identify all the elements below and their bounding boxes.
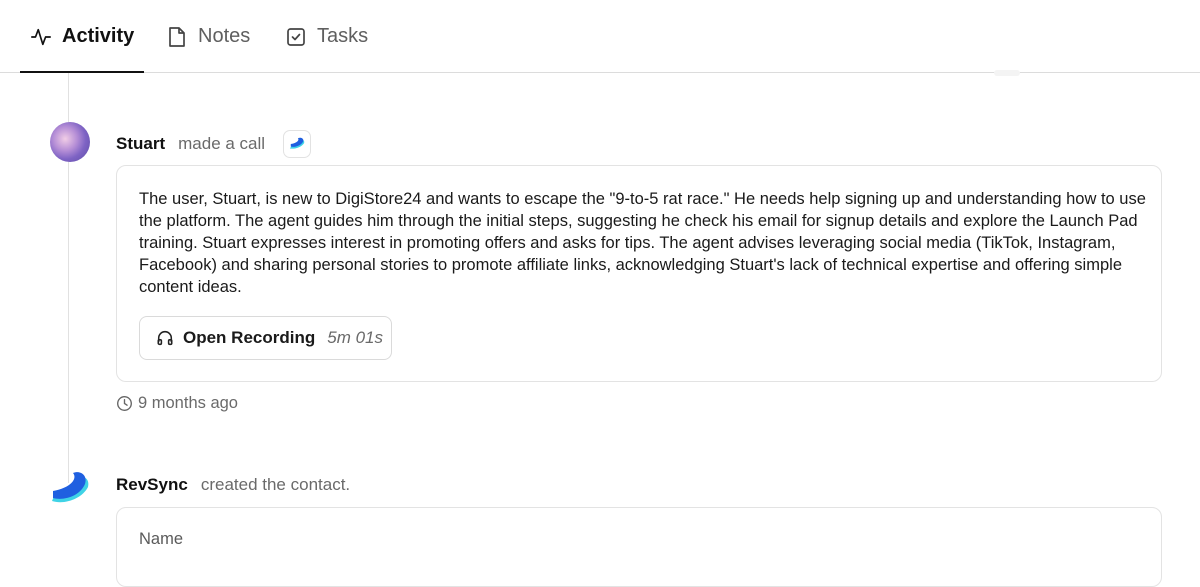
- tab-activity[interactable]: Activity: [30, 0, 134, 73]
- tab-notes-label: Notes: [198, 25, 251, 47]
- activity-icon: [30, 26, 52, 48]
- scroll-indicator: [994, 70, 1020, 76]
- call-summary-text: The user, Stuart, is new to DigiStore24 …: [139, 190, 1146, 296]
- headphones-icon: [156, 329, 174, 347]
- tab-tasks[interactable]: Tasks: [285, 0, 368, 73]
- event-timestamp: 9 months ago: [116, 394, 238, 413]
- field-label-name: Name: [139, 530, 184, 548]
- active-tab-indicator: [20, 71, 144, 73]
- task-checkbox-icon: [285, 26, 307, 48]
- clock-icon: [116, 395, 133, 412]
- tab-tasks-label: Tasks: [317, 25, 369, 47]
- event-header: Stuart made a call: [116, 130, 312, 158]
- event-header: RevSync created the contact.: [116, 475, 350, 495]
- tab-activity-label: Activity: [62, 25, 135, 47]
- recording-label: Open Recording: [183, 328, 316, 347]
- revsync-logo-icon: [50, 467, 90, 507]
- timestamp-text: 9 months ago: [138, 394, 238, 412]
- avatar[interactable]: [50, 122, 90, 162]
- event-actor[interactable]: RevSync: [116, 475, 188, 495]
- event-action: made a call: [178, 134, 266, 153]
- note-icon: [166, 26, 188, 48]
- activity-tabs: Activity Notes Tasks: [0, 0, 1200, 73]
- contact-details-card: Name: [116, 507, 1162, 587]
- open-recording-button[interactable]: Open Recording 5m 01s: [139, 316, 392, 360]
- tab-notes[interactable]: Notes: [166, 0, 250, 73]
- event-action: created the contact.: [200, 475, 351, 494]
- event-actor[interactable]: Stuart: [116, 134, 165, 154]
- recording-duration: 5m 01s: [327, 328, 383, 347]
- revsync-logo-icon: [283, 130, 312, 158]
- call-summary-card: The user, Stuart, is new to DigiStore24 …: [116, 165, 1162, 382]
